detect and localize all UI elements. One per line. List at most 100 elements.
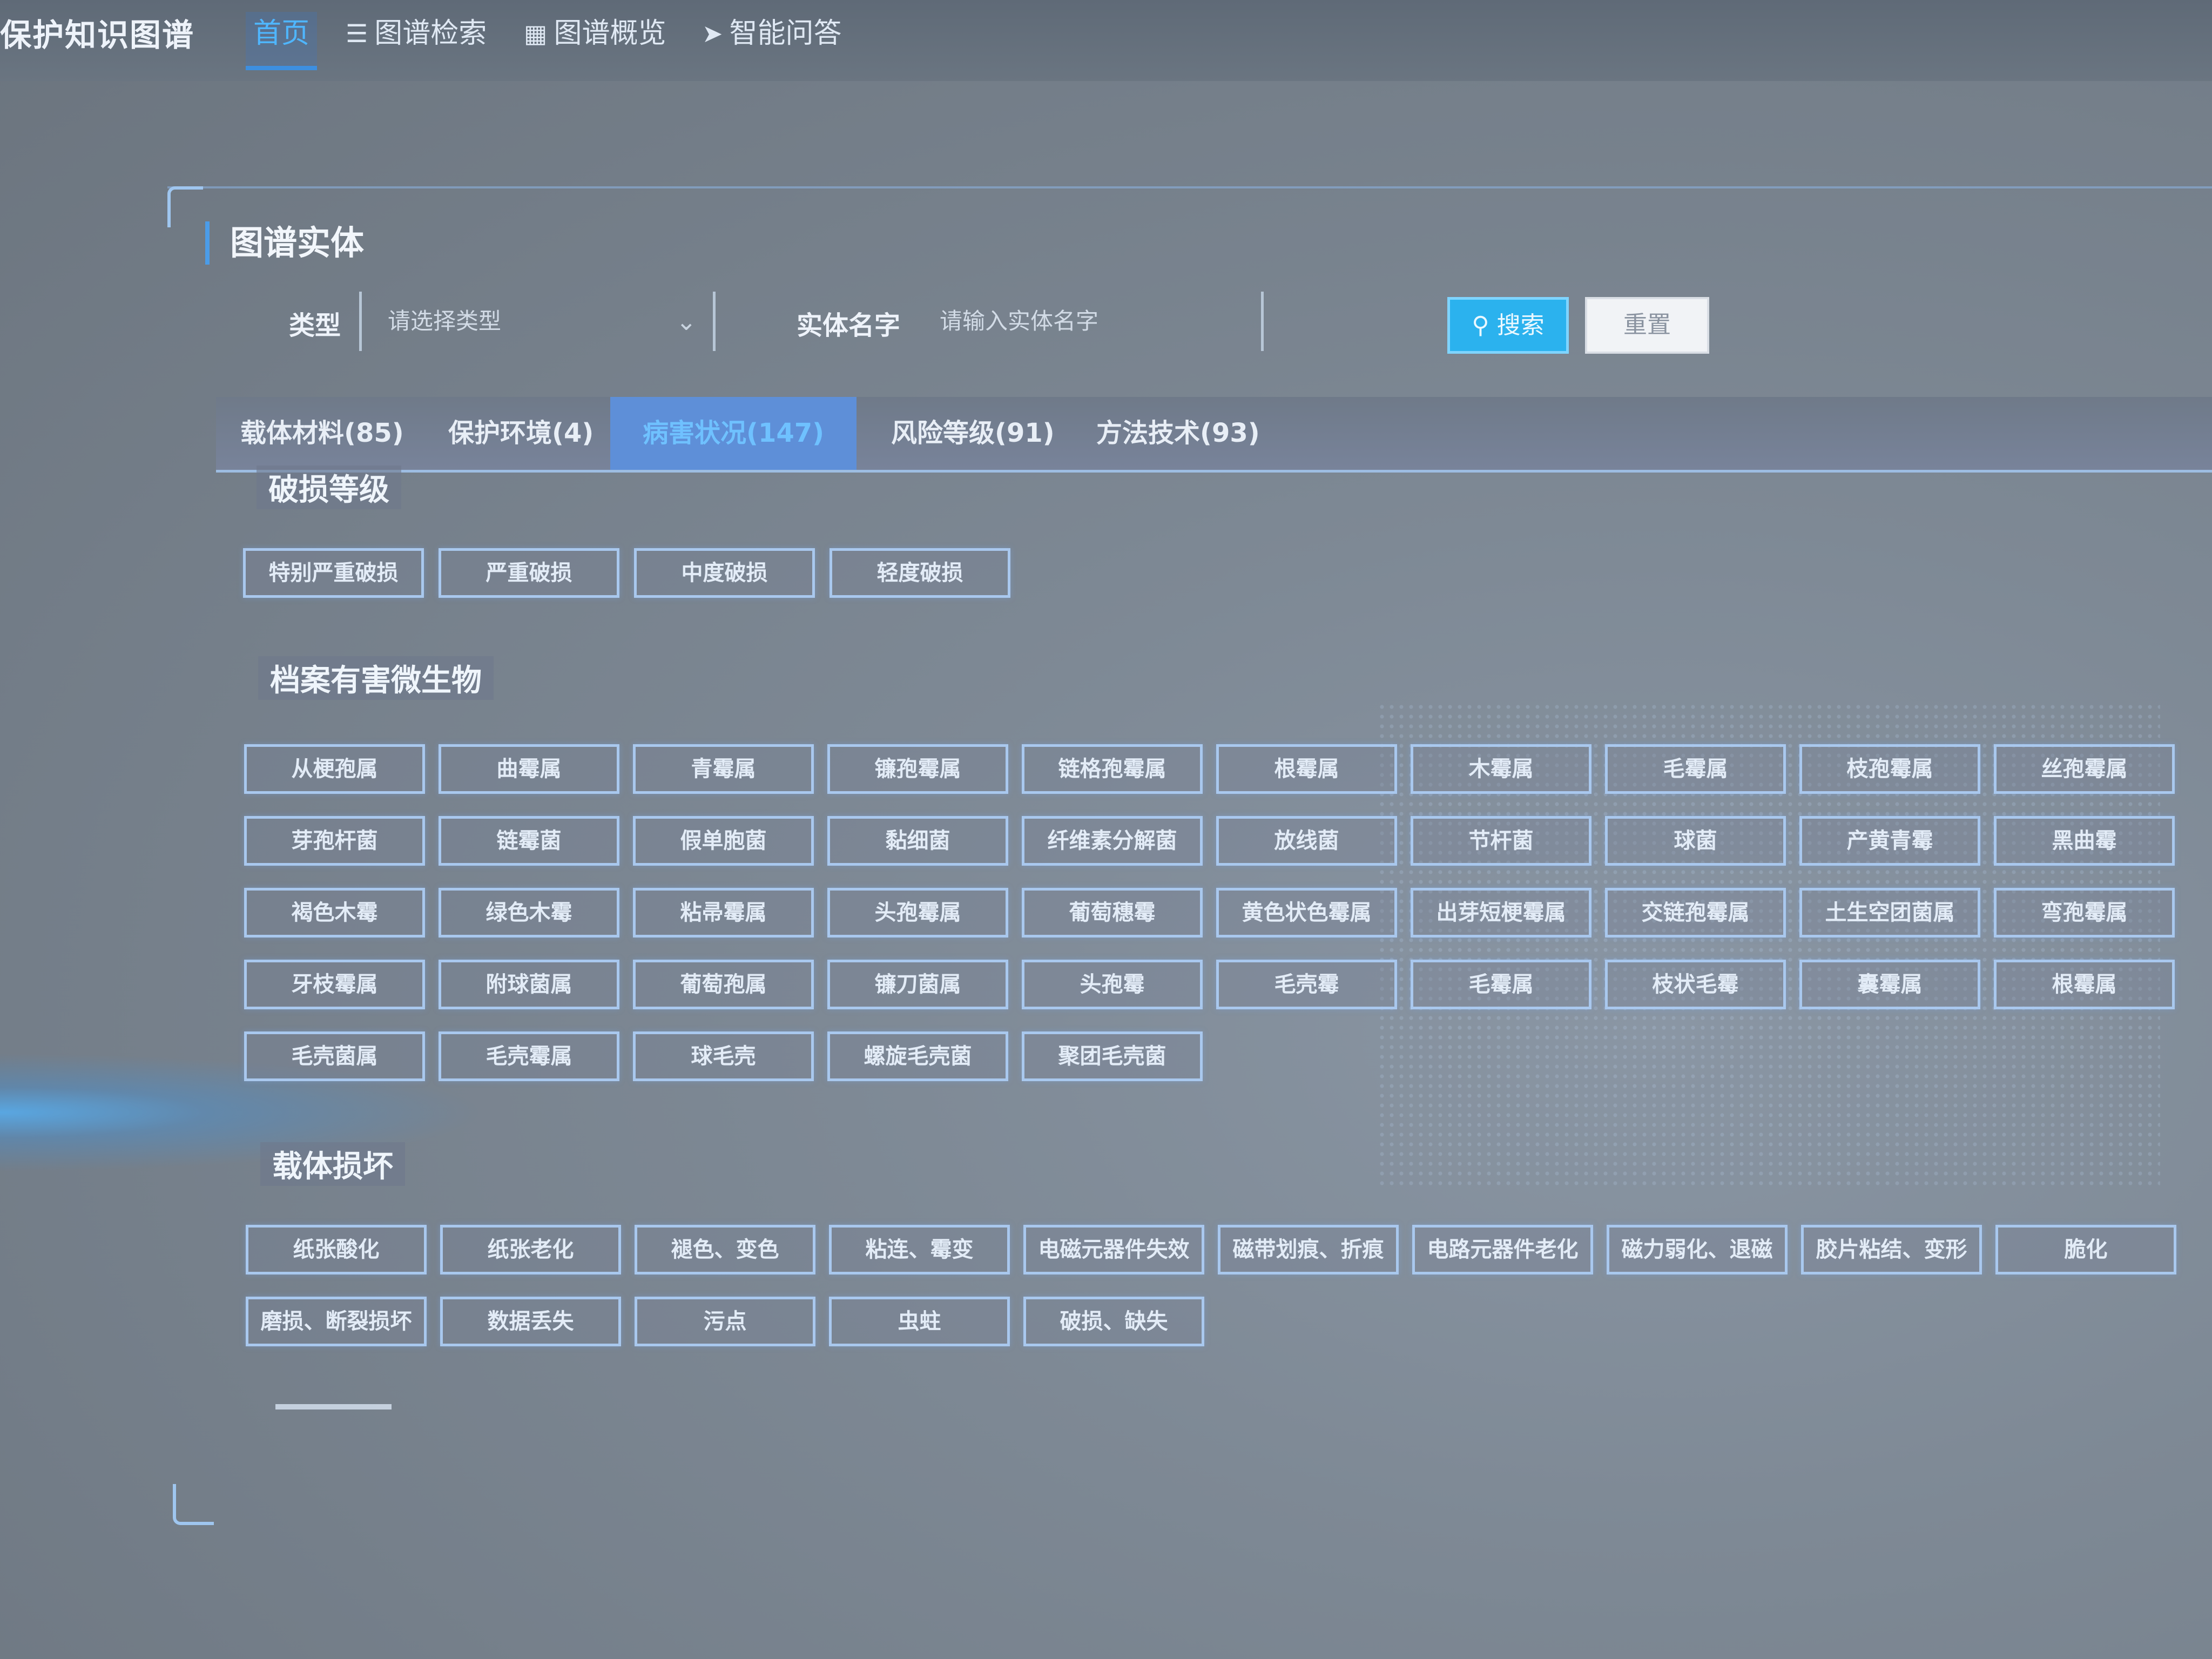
next-group-title-partial [275, 1404, 392, 1410]
nav-home-label: 首页 [253, 17, 310, 50]
entity-chip[interactable]: 绿色木霉 [439, 888, 619, 938]
entity-chip[interactable]: 土生空团菌属 [1799, 888, 1980, 938]
entity-chip[interactable]: 磁带划痕、折痕 [1218, 1225, 1399, 1274]
entity-chip[interactable]: 枝状毛霉 [1605, 960, 1786, 1009]
nav-smart-qa[interactable]: ➤ 智能问答 [702, 12, 842, 66]
entity-chip[interactable]: 纸张老化 [440, 1225, 621, 1274]
nav-graph-overview-label: 图谱概览 [554, 17, 666, 50]
category-tabs: 载体材料(85) 保护环境(4) 病害状况(147) 风险等级(91) 方法技术… [216, 397, 2212, 473]
entity-chip[interactable]: 粘连、霉变 [829, 1225, 1010, 1274]
tab-disease-condition[interactable]: 病害状况(147) [610, 397, 857, 470]
nav-home[interactable]: 首页 [246, 12, 318, 70]
entity-chip[interactable]: 褪色、变色 [635, 1225, 815, 1274]
top-navigation-bar: 保护知识图谱 首页 ☰ 图谱检索 ▦ 图谱概览 ➤ 智能问答 [0, 0, 2212, 81]
nav-graph-search[interactable]: ☰ 图谱检索 [346, 12, 487, 66]
entity-chip[interactable]: 牙枝霉属 [244, 960, 425, 1009]
nav-graph-search-label: 图谱检索 [374, 17, 487, 50]
entity-chip[interactable]: 头孢霉 [1022, 960, 1203, 1009]
panel-title: 图谱实体 [205, 221, 364, 265]
entity-chip[interactable]: 胶片粘结、变形 [1801, 1225, 1982, 1274]
entity-chip[interactable]: 芽孢杆菌 [244, 816, 425, 866]
entity-chip[interactable]: 虫蛀 [829, 1297, 1010, 1346]
entity-chip[interactable]: 脆化 [1995, 1225, 2176, 1274]
reset-button[interactable]: 重置 [1585, 297, 1709, 354]
group-title-damage-level: 破损等级 [257, 466, 401, 509]
entity-chip[interactable]: 毛壳霉 [1216, 960, 1397, 1009]
entity-chip[interactable]: 毛霉属 [1411, 960, 1591, 1009]
entity-name-placeholder: 请输入实体名字 [940, 308, 1099, 334]
type-label: 类型 [289, 311, 341, 341]
app-title: 保护知识图谱 [0, 17, 195, 53]
entity-chip[interactable]: 毛壳霉属 [439, 1031, 619, 1081]
entity-chip[interactable]: 球菌 [1605, 816, 1786, 866]
entity-chip[interactable]: 出芽短梗霉属 [1411, 888, 1591, 938]
entity-chip[interactable]: 污点 [635, 1297, 815, 1346]
entity-chip[interactable]: 电路元器件老化 [1412, 1225, 1593, 1274]
entity-chip[interactable]: 电磁元器件失效 [1023, 1225, 1204, 1274]
entity-chip[interactable]: 曲霉属 [439, 744, 619, 794]
search-button[interactable]: ⚲ 搜索 [1447, 297, 1569, 354]
entity-chip[interactable]: 假单胞菌 [633, 816, 814, 866]
entity-chip[interactable]: 轻度破损 [830, 548, 1010, 598]
entity-chip[interactable]: 中度破损 [634, 548, 815, 598]
entity-chip[interactable]: 纤维素分解菌 [1022, 816, 1203, 866]
entity-chip[interactable]: 丝孢霉属 [1994, 744, 2175, 794]
entity-chip[interactable]: 黄色状色霉属 [1216, 888, 1397, 938]
entity-chip[interactable]: 粘帚霉属 [633, 888, 814, 938]
tab-protection-environment[interactable]: 保护环境(4) [448, 397, 594, 470]
entity-chip[interactable]: 黑曲霉 [1994, 816, 2175, 866]
entity-chip[interactable]: 破损、缺失 [1023, 1297, 1204, 1346]
entity-name-input[interactable]: 请输入实体名字 [918, 292, 1264, 351]
entity-chip[interactable]: 链霉菌 [439, 816, 619, 866]
entity-chip[interactable]: 头孢霉属 [827, 888, 1008, 938]
entity-chip[interactable]: 严重破损 [439, 548, 619, 598]
entity-chip[interactable]: 根霉属 [1994, 960, 2175, 1009]
entity-chip[interactable]: 根霉属 [1216, 744, 1397, 794]
entity-chip[interactable]: 毛壳菌属 [244, 1031, 425, 1081]
search-button-label: 搜索 [1496, 312, 1545, 339]
entity-chip[interactable]: 褐色木霉 [244, 888, 425, 938]
type-select[interactable]: 请选择类型 ⌄ [359, 292, 716, 351]
group-title-microorganisms: 档案有害微生物 [258, 656, 494, 700]
entity-name-label: 实体名字 [797, 311, 901, 341]
entity-chip[interactable]: 聚团毛壳菌 [1022, 1031, 1203, 1081]
entity-chip[interactable]: 枝孢霉属 [1799, 744, 1980, 794]
entity-chip[interactable]: 葡萄孢属 [633, 960, 814, 1009]
entity-chip[interactable]: 特别严重破损 [243, 548, 424, 598]
entity-chip[interactable]: 数据丢失 [440, 1297, 621, 1346]
chevron-down-icon: ⌄ [676, 307, 697, 336]
nav-smart-qa-label: 智能问答 [729, 17, 842, 50]
entity-chip[interactable]: 木霉属 [1411, 744, 1591, 794]
entity-chip[interactable]: 磁力弱化、退磁 [1607, 1225, 1788, 1274]
grid-icon: ▦ [524, 19, 548, 48]
send-icon: ➤ [702, 19, 723, 48]
tab-risk-level[interactable]: 风险等级(91) [891, 397, 1055, 470]
entity-chip[interactable]: 纸张酸化 [246, 1225, 427, 1274]
entity-chip[interactable]: 葡萄穗霉 [1022, 888, 1203, 938]
entity-chip[interactable]: 从梗孢属 [244, 744, 425, 794]
nav-graph-overview[interactable]: ▦ 图谱概览 [524, 12, 666, 66]
entity-chip[interactable]: 毛霉属 [1605, 744, 1786, 794]
list-icon: ☰ [346, 19, 368, 48]
entity-chip[interactable]: 附球菌属 [439, 960, 619, 1009]
search-icon: ⚲ [1472, 312, 1497, 339]
group-title-carrier-damage: 载体损坏 [260, 1142, 405, 1186]
tab-carrier-material[interactable]: 载体材料(85) [240, 397, 404, 470]
entity-chip[interactable]: 弯孢霉属 [1994, 888, 2175, 938]
panel-corner-bottom-left [173, 1484, 214, 1525]
entity-chip[interactable]: 交链孢霉属 [1605, 888, 1786, 938]
entity-chip[interactable]: 螺旋毛壳菌 [827, 1031, 1008, 1081]
entity-chip[interactable]: 产黄青霉 [1799, 816, 1980, 866]
entity-chip[interactable]: 镰刀菌属 [827, 960, 1008, 1009]
entity-chip[interactable]: 磨损、断裂损坏 [246, 1297, 427, 1346]
tab-method-technique[interactable]: 方法技术(93) [1096, 397, 1260, 470]
entity-chip[interactable]: 链格孢霉属 [1022, 744, 1203, 794]
type-select-placeholder: 请选择类型 [388, 308, 502, 334]
entity-chip[interactable]: 青霉属 [633, 744, 814, 794]
entity-chip[interactable]: 镰孢霉属 [827, 744, 1008, 794]
entity-chip[interactable]: 节杆菌 [1411, 816, 1591, 866]
entity-chip[interactable]: 放线菌 [1216, 816, 1397, 866]
entity-chip[interactable]: 黏细菌 [827, 816, 1008, 866]
entity-chip[interactable]: 球毛壳 [633, 1031, 814, 1081]
entity-chip[interactable]: 囊霉属 [1799, 960, 1980, 1009]
